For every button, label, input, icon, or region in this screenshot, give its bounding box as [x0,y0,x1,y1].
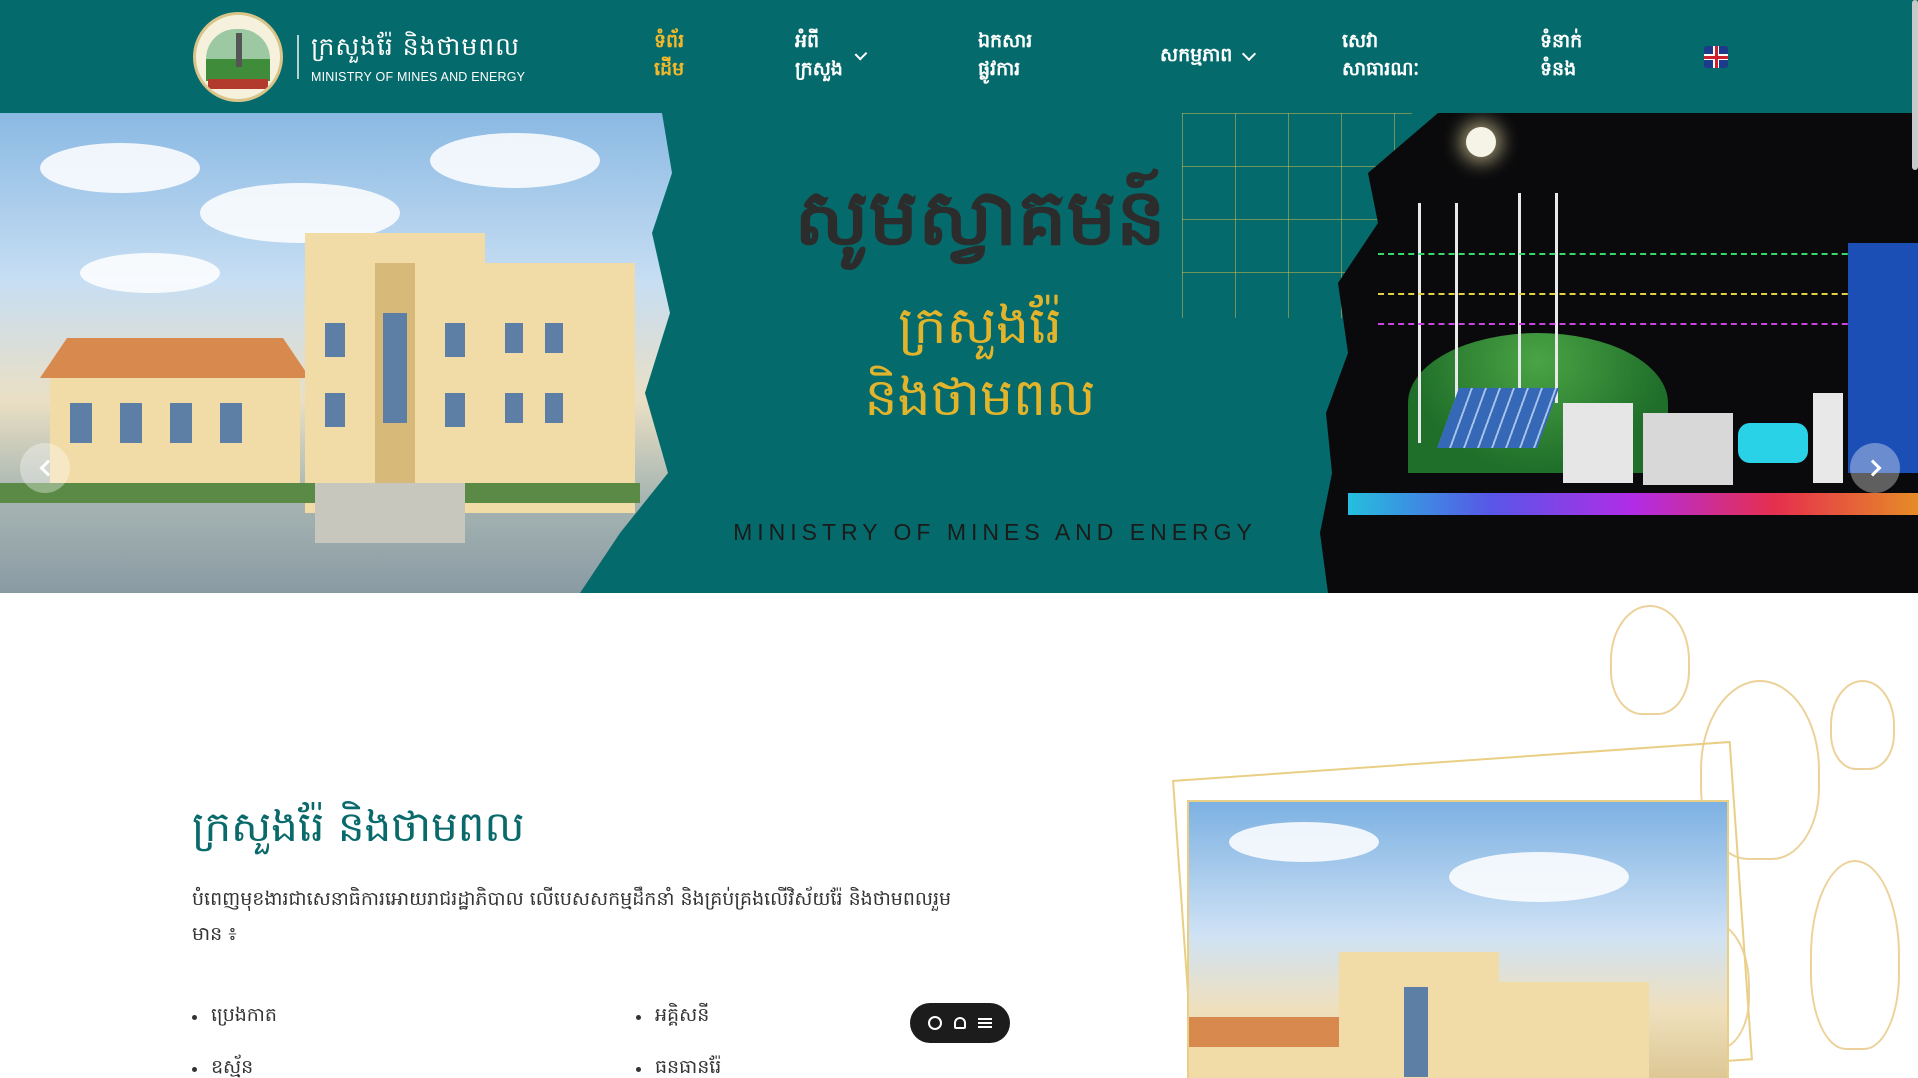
nav-contact-label: ទំនាក់ទំនង [1540,29,1583,80]
site-header: ក្រសួងរ៉ែ និងថាមពល MINISTRY OF MINES AND… [0,0,1918,113]
bullet-icon [636,1014,641,1020]
hero-ministry-line2: និងថាមពល [864,368,1096,428]
carousel-prev-button[interactable] [20,443,70,493]
nav-activities[interactable]: សកម្មភាព [1160,43,1257,71]
hero-ministry-line1: ក្រសួងរ៉ែ [897,296,1063,356]
bullet-icon [636,1066,641,1072]
list-item-label: ប្រេងកាត [211,1004,277,1026]
uk-flag-icon[interactable] [1704,46,1728,68]
hero-welcome-title: សូមស្វាគមន៍ [794,172,1166,263]
menu-list-icon[interactable] [978,1018,992,1028]
hero-english-name: MINISTRY OF MINES AND ENERGY [733,519,1257,545]
list-item-label: ឧស្ម័ន [211,1056,254,1078]
list-item-label: អគ្គិសនី [655,1004,710,1026]
ornament-decoration [1610,605,1690,715]
chat-widget[interactable] [910,1003,1010,1043]
user-add-icon[interactable] [954,1017,966,1029]
logo-divider [297,35,299,79]
list-item-label: ធនធានរ៉ែ [655,1056,722,1078]
bullet-icon [192,1014,197,1020]
nav-about-label: អំពីក្រសួង [795,29,843,80]
chevron-down-icon [1242,46,1257,61]
chat-bubble-icon[interactable] [928,1016,942,1030]
list-item: អគ្គិសនី [636,1003,709,1031]
chevron-left-icon [39,459,56,477]
energy-infrastructure-illustration [1320,113,1918,593]
logo-text: ក្រសួងរ៉ែ និងថាមពល MINISTRY OF MINES AND… [311,30,525,84]
hero-carousel: សូមស្វាគមន៍ ក្រសួងរ៉ែ និងថាមពល MINISTRY … [0,113,1918,593]
list-item: ឧស្ម័ន [192,1055,253,1078]
about-section-title: ក្រសួងរ៉ែ និងថាមពល [192,802,525,851]
carousel-next-button[interactable] [1850,443,1900,493]
nav-home[interactable]: ទំព័រដើម [654,29,684,85]
ministry-building-thumbnail [1187,800,1729,1078]
nav-public-services[interactable]: សេវាសាធារណៈ [1342,29,1419,85]
nav-official-documents[interactable]: ឯកសារផ្លូវការ [978,29,1032,85]
ministry-building-photo [0,113,672,593]
about-section-description: បំពេញមុខងារជាសេនាធិការអោយរាជរដ្ឋាភិបាល ល… [192,888,952,945]
nav-documents-label: ឯកសារផ្លូវការ [978,29,1033,80]
nav-contact[interactable]: ទំនាក់ទំនង [1540,29,1582,85]
ministry-logo[interactable]: ក្រសួងរ៉ែ និងថាមពល MINISTRY OF MINES AND… [193,12,525,102]
chevron-right-icon [1864,459,1881,477]
nav-about-ministry[interactable]: អំពីក្រសួង [795,29,868,85]
list-item: ប្រេងកាត [192,1003,277,1031]
chevron-down-icon [854,47,868,60]
bullet-icon [192,1066,197,1072]
nav-home-label: ទំព័រដើម [654,29,685,80]
list-item: ធនធានរ៉ែ [636,1055,721,1078]
ornament-decoration [1830,680,1895,770]
nav-services-label: សេវាសាធារណៈ [1342,29,1420,80]
page-scrollbar[interactable] [1912,0,1918,170]
ministry-emblem-icon [193,12,283,102]
logo-english-name: MINISTRY OF MINES AND ENERGY [311,70,526,84]
ornament-decoration [1810,860,1900,1050]
nav-activities-label: សកម្មភាព [1160,43,1233,66]
logo-khmer-name: ក្រសួងរ៉ែ និងថាមពល [311,32,520,61]
